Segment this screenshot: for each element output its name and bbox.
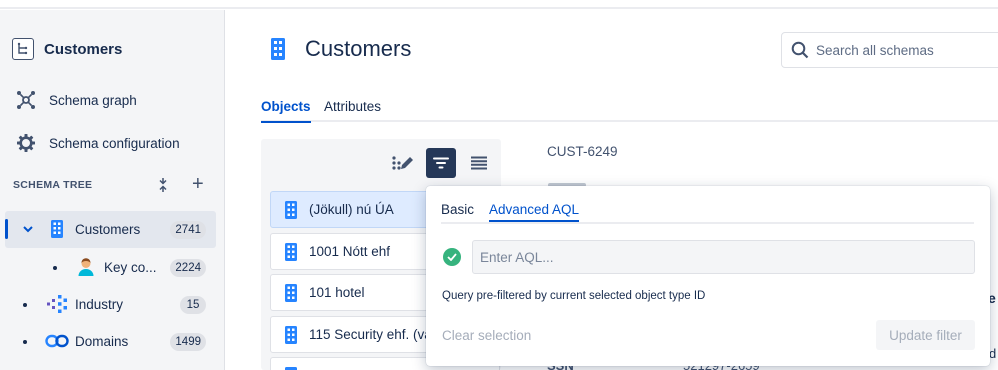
tree-item-customers[interactable]: Customers 2741	[5, 211, 216, 248]
tree-item-label: Customers	[75, 222, 141, 237]
list-view-button[interactable]	[464, 148, 494, 178]
tab-basic[interactable]: Basic	[441, 202, 474, 217]
tree-item-count: 1499	[170, 332, 206, 351]
tree-item-label: Domains	[75, 334, 129, 349]
main-tabs: Objects Attributes	[261, 96, 998, 123]
partial-text: d	[989, 346, 997, 361]
tree-bullet	[53, 266, 57, 270]
link-icon	[45, 334, 69, 348]
filter-button[interactable]	[426, 148, 456, 178]
building-icon	[285, 326, 297, 344]
tree-item-count: 2224	[170, 258, 206, 277]
person-icon	[78, 258, 94, 276]
update-filter-button[interactable]: Update filter	[876, 320, 975, 350]
building-icon	[285, 201, 297, 219]
schema-graph-icon	[17, 91, 35, 109]
schema-title: Customers	[44, 40, 123, 58]
schema-graph-link[interactable]: Schema graph	[16, 90, 137, 110]
filter-icon	[433, 157, 449, 169]
tree-bullet	[23, 340, 27, 344]
bulk-edit-icon	[392, 156, 413, 170]
chevron-down-icon[interactable]	[21, 222, 35, 236]
tree-item-industry[interactable]: Industry 15	[5, 286, 216, 323]
tree-item-count: 15	[180, 295, 206, 314]
list-icon	[471, 156, 487, 170]
aql-input[interactable]	[472, 240, 975, 274]
schema-graph-label: Schema graph	[49, 92, 137, 108]
building-icon	[51, 220, 63, 238]
add-object-type-button[interactable]: +	[192, 174, 204, 194]
tree-bullet	[23, 303, 27, 307]
schema-configuration-link[interactable]: Schema configuration	[16, 133, 180, 153]
top-divider	[0, 0, 998, 9]
search-placeholder: Search all schemas	[816, 42, 934, 58]
page-title: Customers	[305, 36, 412, 61]
object-key: CUST-6249	[547, 144, 618, 159]
tab-attributes[interactable]: Attributes	[324, 99, 381, 114]
object-row-label: 101 hotel	[309, 285, 365, 300]
filter-popup-tabs: Basic Advanced AQL	[441, 202, 974, 224]
schema-header: Customers	[12, 38, 122, 60]
schema-configuration-label: Schema configuration	[49, 135, 180, 151]
tree-item-label: Key co...	[104, 260, 157, 275]
aql-note: Query pre-filtered by current selected o…	[442, 290, 706, 302]
bulk-edit-button[interactable]	[387, 148, 417, 178]
object-row-label: (Jökull) nú ÚA	[309, 202, 394, 217]
building-icon	[271, 38, 285, 60]
object-row-label: 1001 Nótt ehf	[309, 244, 391, 259]
schema-tree-header: SCHEMA TREE +	[13, 174, 213, 194]
page-title-row: Customers	[268, 36, 411, 62]
check-circle-icon	[443, 248, 461, 266]
gear-icon	[17, 134, 35, 152]
tab-advanced-aql[interactable]: Advanced AQL	[489, 202, 580, 222]
object-row-label: 115 Security ehf. (va	[309, 327, 432, 342]
tree-item-count: 2741	[170, 220, 206, 239]
sidebar: Customers Schema graph Schema configurat…	[0, 10, 225, 370]
search-icon	[791, 41, 809, 59]
schema-icon	[12, 38, 34, 60]
building-icon	[285, 243, 297, 261]
tree-item-label: Industry	[75, 297, 124, 312]
tree-item-domains[interactable]: Domains 1499	[5, 323, 216, 360]
tree-item-key-contacts[interactable]: Key co... 2224	[5, 249, 216, 286]
industry-icon	[47, 295, 67, 313]
filter-popup: Basic Advanced AQL Query pre-filtered by…	[426, 186, 990, 366]
collapse-all-icon[interactable]	[156, 176, 170, 194]
schema-tree-heading: SCHEMA TREE	[13, 179, 93, 191]
search-box[interactable]: Search all schemas	[781, 32, 998, 68]
tab-objects[interactable]: Objects	[261, 99, 311, 123]
building-icon	[285, 284, 297, 302]
clear-selection-button[interactable]: Clear selection	[442, 328, 531, 343]
